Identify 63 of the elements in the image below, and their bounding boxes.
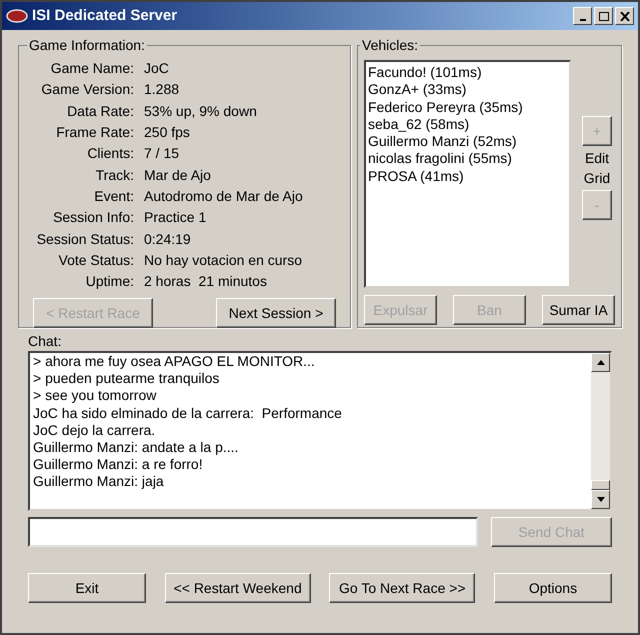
field-value: 1.288	[144, 80, 180, 100]
session-button[interactable]: Next Session >	[216, 298, 336, 328]
chat-message: > ahora me fuy osea APAGO EL MONITOR...	[33, 353, 316, 370]
field-label: Event:	[93, 186, 135, 206]
field-value: JoC	[144, 59, 169, 78]
close-button[interactable]	[615, 7, 634, 25]
chat-message: > see you tomorrow	[33, 387, 158, 405]
close-icon	[620, 12, 630, 20]
field-label: Data Rate:	[66, 102, 135, 121]
field-value: No hay votacion en curso	[144, 250, 302, 270]
vehicle-item[interactable]: PROSA (41ms)	[368, 168, 567, 186]
group-title: Vehicles:	[360, 37, 420, 53]
vehicle-button[interactable]: Sumar IA	[542, 295, 615, 325]
chat-label: Chat:	[28, 333, 62, 350]
field-value: 53% up, 9% down	[144, 102, 257, 121]
chat-message: Guillermo Manzi: andate a la p....	[33, 439, 240, 456]
field-value: 7 / 15	[144, 144, 180, 164]
chat-message: JoC ha sido elminado de la carrera: Performance	[33, 404, 343, 422]
group-title: Game Information:	[27, 37, 147, 53]
action-button[interactable]: Go To Next Race >>	[329, 573, 476, 603]
minimize-icon	[580, 18, 586, 20]
field-value: 0:24:19	[144, 230, 191, 249]
action-button[interactable]: Options	[494, 573, 612, 603]
app-icon	[6, 9, 28, 23]
field-value: Practice 1	[144, 208, 206, 228]
maximize-icon	[598, 12, 608, 20]
field-label: Track:	[94, 166, 135, 185]
field-label: Game Version:	[40, 80, 135, 100]
chat-message: Guillermo Manzi: a re forro!	[33, 456, 204, 474]
vehicle-item[interactable]: Guillermo Manzi (52ms)	[368, 133, 567, 150]
chat-message: JoC dejo la carrera.	[33, 422, 156, 440]
field-value: Autodromo de Mar de Ajo	[144, 186, 303, 206]
field-label: Session Status:	[36, 230, 135, 249]
vehicle-item[interactable]: seba_62 (58ms)	[368, 116, 567, 134]
chat-message: > pueden putearme tranquilos	[33, 370, 220, 388]
window-title: ISI Dedicated Server	[32, 6, 178, 26]
field-label: Frame Rate:	[55, 123, 135, 142]
down-arrow-icon	[596, 497, 604, 502]
chat-input[interactable]	[28, 517, 478, 547]
action-button[interactable]: Exit	[28, 573, 146, 603]
up-arrow-icon	[596, 360, 604, 365]
vehicle-item[interactable]: nicolas fragolini (55ms)	[368, 150, 567, 168]
minimize-button[interactable]	[573, 7, 592, 25]
action-button[interactable]: << Restart Weekend	[164, 573, 311, 603]
vehicle-item[interactable]: Facundo! (101ms)	[368, 64, 567, 82]
field-label: Clients:	[86, 144, 135, 164]
field-label: Vote Status:	[58, 250, 135, 270]
field-value: Mar de Ajo	[144, 166, 211, 185]
scrollbar[interactable]	[591, 353, 610, 509]
field-label: Game Name:	[50, 59, 135, 78]
chat-message: Guillermo Manzi: jaja	[33, 473, 165, 491]
scroll-down-button[interactable]	[591, 490, 610, 509]
vehicle-item[interactable]: Federico Pereyra (35ms)	[368, 98, 567, 116]
scroll-thumb[interactable]	[591, 480, 610, 490]
field-value: 2 horas 21 minutos	[144, 272, 267, 292]
maximize-button[interactable]	[594, 7, 613, 25]
scroll-up-button[interactable]	[591, 353, 610, 372]
field-label: Session Info:	[52, 208, 135, 228]
field-label: Uptime:	[84, 272, 135, 292]
edit-grid-label: Edit Grid	[582, 149, 612, 188]
vehicle-list[interactable]: Facundo! (101ms) GonzA+ (33ms) Federico Pereyra (35ms) seba_62 (58ms) Guillermo Manzi (52ms) nicolas fragolini (55ms) PROSA (41ms)	[364, 60, 571, 288]
vehicle-item[interactable]: GonzA+ (33ms)	[368, 81, 567, 99]
field-value: 250 fps	[144, 123, 190, 142]
